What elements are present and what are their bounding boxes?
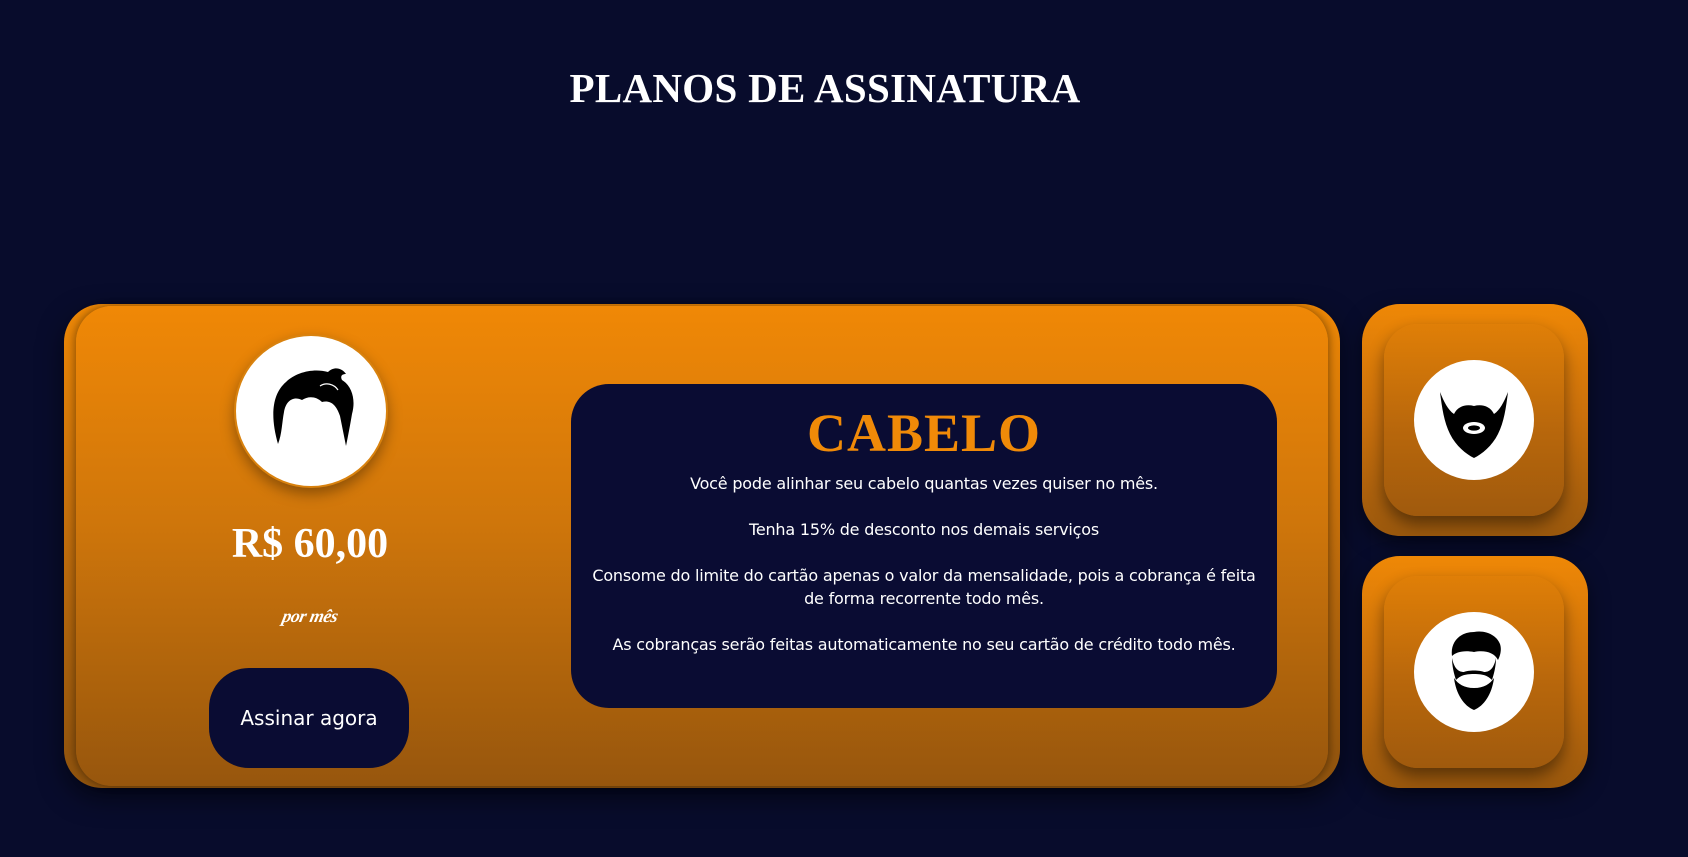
plan-benefit: Tenha 15% de desconto nos demais serviço… xyxy=(748,520,1100,539)
plan-option-badge xyxy=(1414,360,1534,480)
plan-benefit: As cobranças serão feitas automaticament… xyxy=(612,635,1236,654)
page-title: PLANOS DE ASSINATURA xyxy=(569,65,1081,111)
subscribe-button[interactable]: Assinar agora xyxy=(209,668,409,768)
hair-icon xyxy=(273,368,354,446)
hair-and-beard-icon xyxy=(1451,631,1501,710)
plan-details-panel: CABELO Você pode alinhar seu cabelo quan… xyxy=(571,384,1277,708)
plan-period: por mês xyxy=(280,606,340,626)
plan-option-hair-and-beard[interactable] xyxy=(1362,556,1588,788)
plan-option-badge xyxy=(1414,612,1534,732)
plan-benefit: Você pode alinhar seu cabelo quantas vez… xyxy=(690,474,1158,493)
plan-icon-badge xyxy=(234,334,388,488)
beard-icon xyxy=(1440,392,1508,458)
plan-price: R$ 60,00 xyxy=(231,521,389,567)
plan-option-beard[interactable] xyxy=(1362,304,1588,536)
plan-name: CABELO xyxy=(806,403,1042,463)
plan-benefit: Consome do limite do cartão apenas o val… xyxy=(592,566,1256,608)
